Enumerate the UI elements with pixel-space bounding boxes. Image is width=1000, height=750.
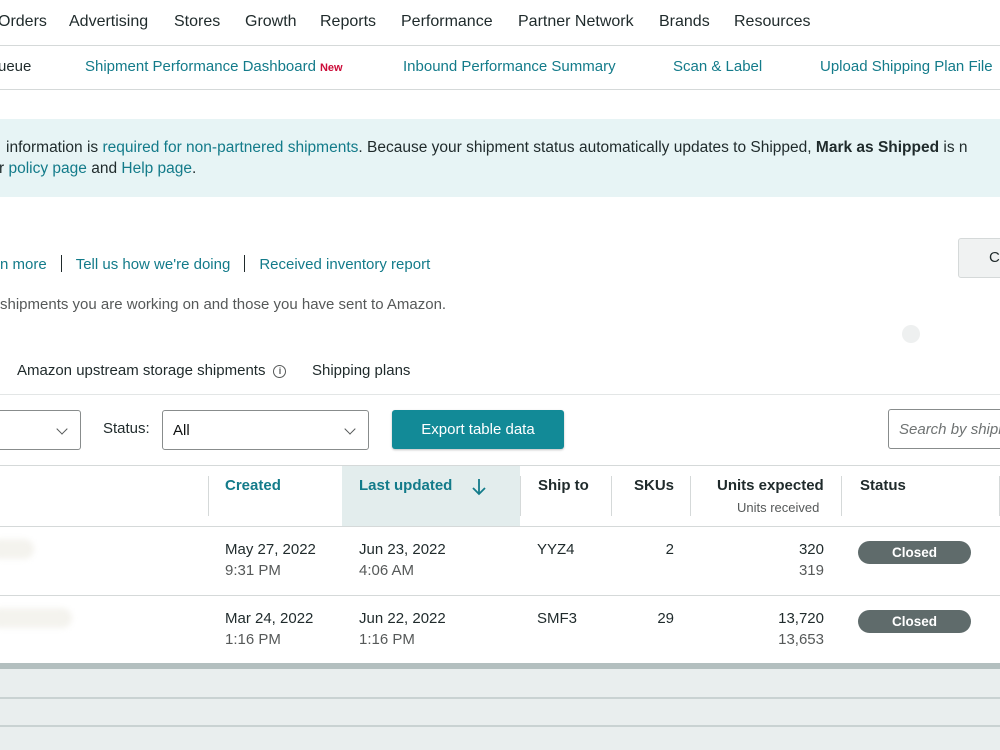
redacted-shipment-name <box>0 539 34 559</box>
created-date: May 27, 2022 <box>225 541 316 558</box>
status-badge: Closed <box>858 541 971 564</box>
chevron-down-icon <box>56 423 68 435</box>
banner-text: is n <box>939 139 968 156</box>
table-header: Created Last updated Ship to SKUs Units … <box>0 465 1000 527</box>
column-divider <box>611 476 612 516</box>
skus-count-link[interactable]: 29 <box>620 610 674 627</box>
nav-brands[interactable]: Brands <box>659 13 710 31</box>
column-divider <box>690 476 691 516</box>
filter-select[interactable] <box>0 410 81 450</box>
header-created[interactable]: Created <box>225 477 281 494</box>
banner-line-2: r policy page and Help page. <box>0 160 196 178</box>
updated-date: Jun 22, 2022 <box>359 610 446 627</box>
status-badge: Closed <box>858 610 971 633</box>
status-label: Status: <box>103 420 150 437</box>
info-banner: information is required for non-partnere… <box>0 119 1000 197</box>
created-date: Mar 24, 2022 <box>225 610 314 627</box>
updated-time: 4:06 AM <box>359 562 415 579</box>
created-time: 1:16 PM <box>225 631 281 648</box>
status-value: All <box>173 422 190 439</box>
table-row[interactable]: Mar 24, 2022 1:16 PM Jun 22, 2022 1:16 P… <box>0 596 1000 663</box>
info-icon[interactable]: i <box>273 365 287 378</box>
header-ship-to: Ship to <box>538 477 589 494</box>
divider <box>0 697 1000 699</box>
top-nav: Orders Advertising Stores Growth Reports… <box>0 0 1000 46</box>
mark-as-shipped-text: Mark as Shipped <box>815 139 940 156</box>
column-divider <box>841 476 842 516</box>
banner-text: and <box>86 160 122 177</box>
created-time: 9:31 PM <box>225 562 281 579</box>
subnav-upload-shipping-plan[interactable]: Upload Shipping Plan File <box>820 58 993 75</box>
nav-performance[interactable]: Performance <box>401 13 493 31</box>
units-expected: 320 <box>798 541 824 558</box>
sort-down-arrow-icon[interactable] <box>472 478 486 496</box>
banner-text: . <box>192 160 197 177</box>
units-expected: 13,720 <box>778 610 824 627</box>
new-badge: New <box>319 62 343 74</box>
table-row[interactable]: May 27, 2022 9:31 PM Jun 23, 2022 4:06 A… <box>0 527 1000 596</box>
search-input[interactable]: Search by shipment <box>888 409 1000 449</box>
nav-orders[interactable]: Orders <box>0 13 47 31</box>
updated-time: 1:16 PM <box>359 631 415 648</box>
export-table-button[interactable]: Export table data <box>392 410 564 449</box>
updated-date: Jun 23, 2022 <box>359 541 446 558</box>
tab-shipping-plans[interactable]: Shipping plans <box>312 362 410 379</box>
divider <box>244 255 246 272</box>
subnav-label[interactable]: Shipment Performance Dashboard <box>85 58 316 75</box>
status-select[interactable]: All <box>162 410 369 450</box>
received-inventory-report-link[interactable]: Received inventory report <box>259 256 430 273</box>
footer-area <box>0 669 1000 750</box>
tab-upstream-storage[interactable]: Amazon upstream storage shipments i <box>17 362 287 379</box>
banner-line-1: information is required for non-partnere… <box>6 139 968 157</box>
policy-page-link[interactable]: policy page <box>8 160 86 177</box>
divider <box>0 725 1000 727</box>
help-page-link[interactable]: Help page <box>121 160 192 177</box>
column-divider <box>520 476 521 516</box>
nav-partner-network[interactable]: Partner Network <box>518 13 634 31</box>
feedback-link[interactable]: Tell us how we're doing <box>76 256 231 273</box>
tab-label[interactable]: Amazon upstream storage shipments <box>17 362 265 379</box>
header-units-expected: Units expected <box>717 477 824 494</box>
header-skus: SKUs <box>634 477 675 494</box>
nav-resources[interactable]: Resources <box>734 13 810 31</box>
non-partnered-link[interactable]: required for non-partnered shipments <box>102 139 358 156</box>
sorted-column-highlight <box>342 466 520 526</box>
banner-text: . Because your shipment status automatic… <box>358 139 816 156</box>
page: Orders Advertising Stores Growth Reports… <box>0 0 1000 750</box>
redacted-shipment-name <box>0 608 72 628</box>
help-links: n more Tell us how we're doing Received in… <box>0 255 430 273</box>
skus-count: 2 <box>665 541 674 558</box>
nav-advertising[interactable]: Advertising <box>69 13 148 31</box>
units-received: 13,653 <box>778 631 824 648</box>
divider <box>60 255 62 272</box>
ship-to: YYZ4 <box>537 541 575 558</box>
subnav-scan-label[interactable]: Scan & Label <box>673 58 762 75</box>
sub-nav: ueue Shipment Performance Dashboard New I… <box>0 47 1000 90</box>
units-received: 319 <box>798 562 824 579</box>
shipment-tabs: Amazon upstream storage shipments i Shipp… <box>0 362 1000 395</box>
create-button[interactable]: C <box>958 238 1000 278</box>
decorative-dot <box>902 325 920 343</box>
nav-reports[interactable]: Reports <box>320 13 376 31</box>
page-description: shipments you are working on and those y… <box>0 296 447 313</box>
ship-to: SMF3 <box>537 610 578 627</box>
banner-text: information is <box>6 139 103 156</box>
subnav-shipment-performance-dashboard[interactable]: Shipment Performance Dashboard New <box>85 58 343 75</box>
learn-more-link[interactable]: n more <box>0 256 47 273</box>
chevron-down-icon <box>344 423 356 435</box>
nav-stores[interactable]: Stores <box>174 13 220 31</box>
column-divider <box>208 476 209 516</box>
subnav-queue[interactable]: ueue <box>0 58 31 75</box>
subnav-inbound-performance-summary[interactable]: Inbound Performance Summary <box>403 58 616 75</box>
nav-growth[interactable]: Growth <box>245 13 297 31</box>
header-units-received: Units received <box>737 500 820 515</box>
header-last-updated[interactable]: Last updated <box>359 477 452 494</box>
header-status: Status <box>860 477 906 494</box>
